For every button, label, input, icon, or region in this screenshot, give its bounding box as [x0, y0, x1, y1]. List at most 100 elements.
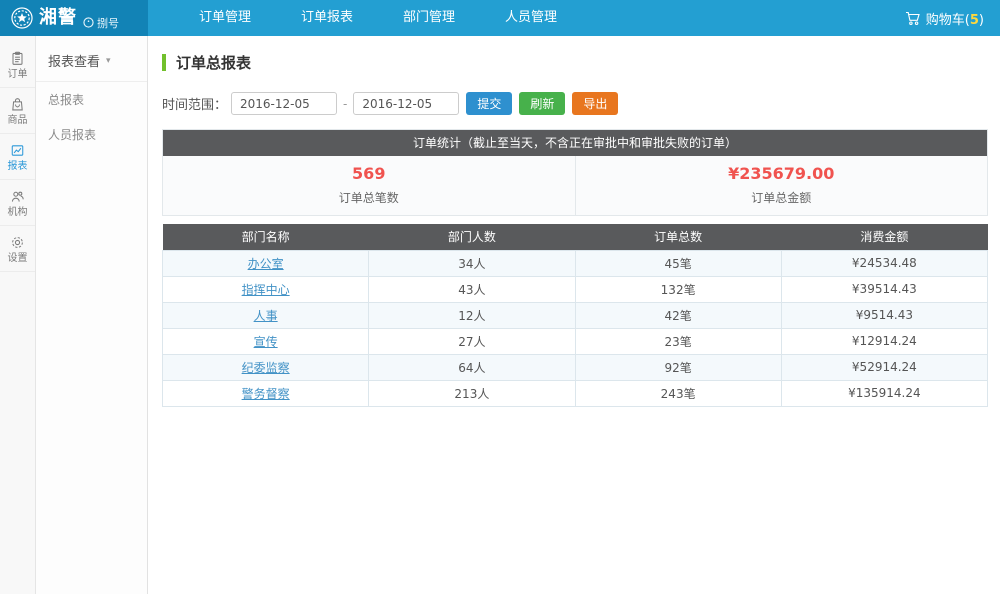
sidebar-item-label: 报表	[8, 162, 28, 172]
table-row: 纪委监察 64人92笔¥52914.24	[163, 354, 988, 380]
column-header-order-count: 订单总数	[575, 224, 781, 250]
table-cell: 45笔	[575, 250, 781, 276]
column-header-headcount: 部门人数	[369, 224, 575, 250]
department-link[interactable]: 人事	[254, 309, 278, 323]
table-header: 部门名称 部门人数 订单总数 消费金额	[163, 224, 988, 250]
date-range-label: 时间范围：	[162, 94, 227, 113]
sidebar-item-settings[interactable]: 设置	[0, 226, 35, 272]
brand-name: 湘警	[39, 9, 77, 27]
stat-value: ¥235679.00	[576, 166, 988, 182]
date-separator: -	[343, 97, 347, 111]
department-cell: 指挥中心	[163, 276, 369, 302]
date-from-input[interactable]	[231, 92, 337, 115]
sidebar-item-label: 订单	[8, 70, 28, 80]
page-title-row: 订单总报表	[162, 52, 988, 73]
sidebar-item-label: 商品	[8, 116, 28, 126]
report-view-panel: 报表查看 ▾ 总报表 人员报表	[36, 36, 148, 594]
chart-icon	[10, 143, 25, 158]
stat-label: 订单总金额	[576, 189, 988, 206]
table-cell: 92笔	[575, 354, 781, 380]
police-badge-icon	[10, 6, 34, 30]
table-cell: 64人	[369, 354, 575, 380]
title-accent-bar	[162, 54, 166, 71]
panel-title: 报表查看	[48, 51, 100, 70]
table-row: 人事 12人42笔¥9514.43	[163, 302, 988, 328]
sidebar-item-orders[interactable]: 订单	[0, 42, 35, 88]
brand-subtitle: 捌号	[82, 16, 119, 29]
date-filter-row: 时间范围： - 提交 刷新 导出	[162, 92, 988, 115]
department-link[interactable]: 纪委监察	[242, 361, 290, 375]
table-cell: ¥9514.43	[781, 302, 987, 328]
sidebar-icon-rail: 订单 商品 报表 机构	[0, 36, 36, 594]
table-cell: 243笔	[575, 380, 781, 406]
table-cell: ¥39514.43	[781, 276, 987, 302]
table-cell: 12人	[369, 302, 575, 328]
brand-sub-icon	[82, 16, 95, 29]
chevron-down-icon: ▾	[106, 56, 111, 66]
department-link[interactable]: 指挥中心	[242, 283, 290, 297]
table-cell: ¥12914.24	[781, 328, 987, 354]
order-stats-panel: 订单统计（截止至当天，不含正在审批中和审批失败的订单） 569 订单总笔数 ¥2…	[162, 129, 988, 216]
table-cell: 132笔	[575, 276, 781, 302]
top-nav-menu: 订单管理 订单报表 部门管理 人员管理	[174, 0, 582, 36]
cart-label: 购物车(5)	[926, 9, 984, 28]
stats-body: 569 订单总笔数 ¥235679.00 订单总金额	[163, 156, 987, 215]
panel-item-personnel-report[interactable]: 人员报表	[36, 117, 147, 152]
cart-count: 5	[970, 13, 979, 28]
column-header-amount: 消费金额	[781, 224, 987, 250]
stat-total-amount: ¥235679.00 订单总金额	[575, 156, 988, 215]
sidebar-item-organization[interactable]: 机构	[0, 180, 35, 226]
nav-item-personnel-management[interactable]: 人员管理	[480, 0, 582, 36]
bag-icon	[10, 97, 25, 112]
table-row: 警务督察 213人243笔¥135914.24	[163, 380, 988, 406]
sidebar-item-reports[interactable]: 报表	[0, 134, 35, 180]
date-to-input[interactable]	[353, 92, 459, 115]
department-cell: 人事	[163, 302, 369, 328]
department-cell: 纪委监察	[163, 354, 369, 380]
department-link[interactable]: 办公室	[248, 257, 284, 271]
refresh-button[interactable]: 刷新	[519, 92, 565, 115]
panel-header-report-view[interactable]: 报表查看 ▾	[36, 36, 147, 82]
sidebar-item-label: 机构	[8, 208, 28, 218]
table-cell: 27人	[369, 328, 575, 354]
table-cell: ¥52914.24	[781, 354, 987, 380]
table-cell: ¥135914.24	[781, 380, 987, 406]
stat-total-orders: 569 订单总笔数	[163, 156, 575, 215]
nav-item-department-management[interactable]: 部门管理	[378, 0, 480, 36]
brand-sub-text: 捌号	[97, 18, 119, 29]
table-cell: ¥24534.48	[781, 250, 987, 276]
gear-icon	[10, 235, 25, 250]
export-button[interactable]: 导出	[572, 92, 618, 115]
cart-button[interactable]: 购物车(5)	[905, 0, 1000, 36]
department-cell: 办公室	[163, 250, 369, 276]
nav-item-order-management[interactable]: 订单管理	[174, 0, 276, 36]
page-title: 订单总报表	[176, 52, 251, 73]
table-cell: 34人	[369, 250, 575, 276]
table-cell: 23笔	[575, 328, 781, 354]
table-cell: 42笔	[575, 302, 781, 328]
sidebar-item-products[interactable]: 商品	[0, 88, 35, 134]
nav-item-order-reports[interactable]: 订单报表	[276, 0, 378, 36]
submit-button[interactable]: 提交	[466, 92, 512, 115]
department-link[interactable]: 警务督察	[242, 387, 290, 401]
department-cell: 宣传	[163, 328, 369, 354]
table-cell: 43人	[369, 276, 575, 302]
table-row: 办公室 34人45笔¥24534.48	[163, 250, 988, 276]
department-report-table: 部门名称 部门人数 订单总数 消费金额 办公室34人45笔¥24534.48指挥…	[162, 224, 988, 407]
cart-icon	[905, 11, 921, 26]
stats-header: 订单统计（截止至当天，不含正在审批中和审批失败的订单）	[163, 130, 987, 156]
table-header-row: 部门名称 部门人数 订单总数 消费金额	[163, 224, 988, 250]
table-row: 指挥中心 43人132笔¥39514.43	[163, 276, 988, 302]
clipboard-icon	[10, 51, 25, 66]
department-link[interactable]: 宣传	[254, 335, 278, 349]
table-cell: 213人	[369, 380, 575, 406]
main-content: 订单总报表 时间范围： - 提交 刷新 导出 订单统计（截止至当天，不含正在审批…	[148, 52, 1000, 407]
top-navbar: 湘警 捌号 订单管理 订单报表 部门管理 人员管理 购物车(5)	[0, 0, 1000, 36]
panel-item-total-report[interactable]: 总报表	[36, 82, 147, 117]
report-table-body: 办公室34人45笔¥24534.48指挥中心43人132笔¥39514.43人事…	[163, 250, 988, 406]
brand-logo[interactable]: 湘警 捌号	[0, 0, 148, 36]
sidebar-item-label: 设置	[8, 254, 28, 264]
department-cell: 警务督察	[163, 380, 369, 406]
stat-label: 订单总笔数	[163, 189, 575, 206]
table-row: 宣传 27人23笔¥12914.24	[163, 328, 988, 354]
